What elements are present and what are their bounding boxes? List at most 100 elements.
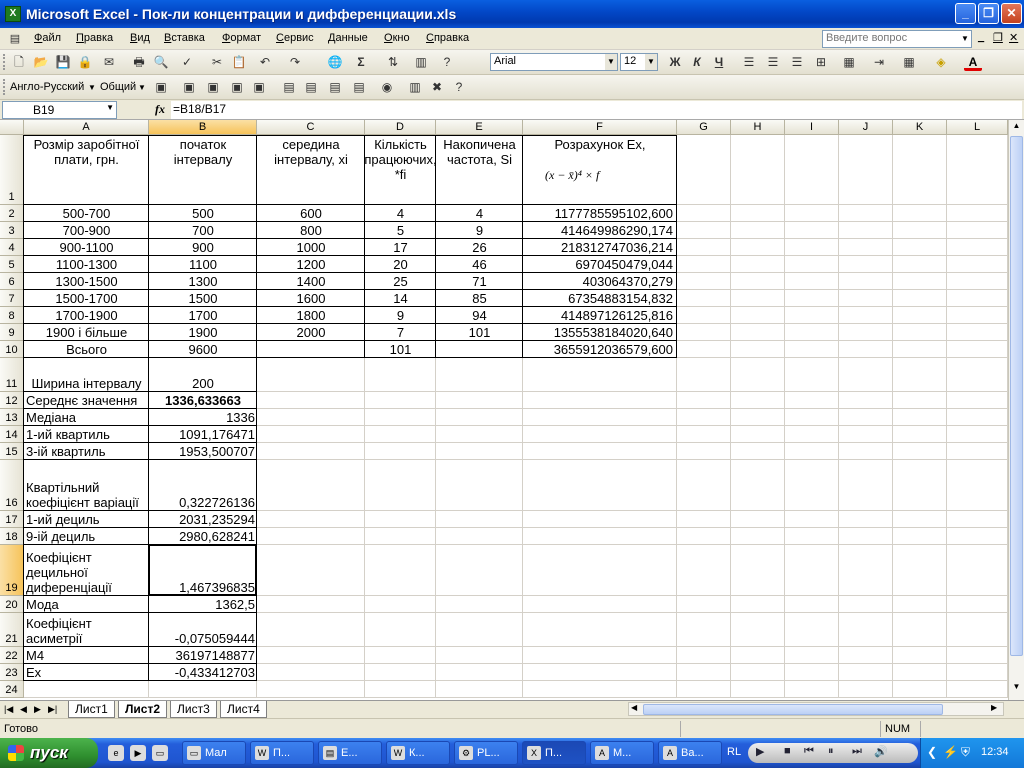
- menu-data[interactable]: Данные: [328, 32, 368, 44]
- paste-icon[interactable]: 📋: [230, 53, 248, 71]
- pause-icon[interactable]: ⏸: [828, 745, 834, 758]
- column-header-k[interactable]: K: [893, 120, 947, 135]
- close-button[interactable]: ✕: [1001, 3, 1022, 24]
- indent-icon[interactable]: ⇥: [870, 53, 888, 71]
- row-header-14[interactable]: 14: [0, 426, 24, 443]
- options-icon[interactable]: ▤: [302, 78, 320, 96]
- row-header-16[interactable]: 16: [0, 460, 24, 511]
- column-header-c[interactable]: C: [257, 120, 365, 135]
- menu-tools[interactable]: Сервис: [276, 32, 314, 44]
- dictionary-icon[interactable]: ▤: [280, 78, 298, 96]
- menu-format[interactable]: Формат: [222, 32, 261, 44]
- align-right-icon[interactable]: ☰: [788, 53, 806, 71]
- font-color-button[interactable]: A: [964, 53, 982, 71]
- bold-button[interactable]: Ж: [666, 53, 684, 71]
- chevron-down-icon[interactable]: ▼: [138, 83, 146, 92]
- column-header-a[interactable]: A: [24, 120, 149, 135]
- sort-icon[interactable]: ⇅: [384, 53, 402, 71]
- chevron-down-icon[interactable]: ▼: [605, 54, 617, 70]
- menu-help[interactable]: Справка: [426, 32, 469, 44]
- chevron-down-icon[interactable]: ▼: [88, 83, 96, 92]
- first-sheet-icon[interactable]: |◀: [4, 704, 13, 715]
- taskbar-item-excel[interactable]: X П...: [522, 741, 586, 765]
- vertical-scroll-thumb[interactable]: [1010, 136, 1023, 656]
- spreadsheet-grid[interactable]: A B C D E F G H I J K L 1 2 3 4 5 6 7 8 9 10 11 12 13 14 15 16 17 18 1…: [0, 120, 1024, 700]
- tab-sheet2[interactable]: Лист2: [118, 701, 168, 718]
- menu-edit[interactable]: Правка: [76, 32, 113, 44]
- row-header-21[interactable]: 21: [0, 613, 24, 647]
- chevron-down-icon[interactable]: ▼: [106, 103, 114, 112]
- menu-insert[interactable]: Вставка: [164, 32, 205, 44]
- excel-icon[interactable]: X: [5, 6, 21, 22]
- menu-file[interactable]: Файл: [34, 32, 61, 44]
- tab-sheet4[interactable]: Лист4: [220, 701, 267, 718]
- style-select[interactable]: Общий: [100, 81, 136, 93]
- column-header-h[interactable]: H: [731, 120, 785, 135]
- font-name-select[interactable]: Arial ▼: [490, 53, 618, 71]
- info-icon[interactable]: ◉: [378, 78, 396, 96]
- taskbar-item[interactable]: W П...: [250, 741, 314, 765]
- stop-icon[interactable]: ■: [784, 745, 791, 757]
- language-indicator[interactable]: RL: [727, 746, 741, 758]
- row-header-3[interactable]: 3: [0, 222, 24, 239]
- row-header-9[interactable]: 9: [0, 324, 24, 341]
- settings-icon[interactable]: ▤: [326, 78, 344, 96]
- row-header-15[interactable]: 15: [0, 443, 24, 460]
- translate-icon[interactable]: ▣: [152, 78, 170, 96]
- font-size-select[interactable]: 12 ▼: [620, 53, 658, 71]
- redo-icon[interactable]: ↷: [286, 53, 304, 71]
- autosum-icon[interactable]: Σ: [352, 53, 370, 71]
- row-header-22[interactable]: 22: [0, 647, 24, 664]
- quicklaunch-desktop-icon[interactable]: ▭: [152, 745, 168, 761]
- column-header-d[interactable]: D: [365, 120, 436, 135]
- align-left-icon[interactable]: ☰: [740, 53, 758, 71]
- volume-icon[interactable]: 🔊: [874, 745, 888, 758]
- chart-icon[interactable]: ▥: [412, 53, 430, 71]
- previous-icon[interactable]: ⏮: [804, 745, 814, 758]
- row-header-4[interactable]: 4: [0, 239, 24, 256]
- row-header-7[interactable]: 7: [0, 290, 24, 307]
- notes-icon[interactable]: ▤: [350, 78, 368, 96]
- start-button[interactable]: пуск: [0, 738, 98, 768]
- align-center-icon[interactable]: ☰: [764, 53, 782, 71]
- quicklaunch-media-icon[interactable]: ▶: [130, 745, 146, 761]
- scroll-right-icon[interactable]: ▶: [991, 703, 997, 712]
- doc-close-button[interactable]: ✕: [1009, 31, 1018, 44]
- network-icon[interactable]: ⚡: [943, 745, 958, 759]
- row-header-2[interactable]: 2: [0, 205, 24, 222]
- taskbar-item[interactable]: A Ва...: [658, 741, 722, 765]
- doc-restore-button[interactable]: ❐: [993, 31, 1003, 44]
- about-icon[interactable]: ?: [450, 78, 468, 96]
- scroll-up-icon[interactable]: ▲: [1010, 121, 1023, 134]
- formula-input[interactable]: =B18/B17: [171, 101, 1022, 119]
- column-header-l[interactable]: L: [947, 120, 1008, 135]
- row-header-6[interactable]: 6: [0, 273, 24, 290]
- row-header-17[interactable]: 17: [0, 511, 24, 528]
- taskbar-item[interactable]: ▤ E...: [318, 741, 382, 765]
- fill-color-icon[interactable]: ◈: [932, 53, 950, 71]
- clear-icon[interactable]: ✖: [428, 78, 446, 96]
- column-header-b[interactable]: B: [149, 120, 257, 135]
- insert-function-icon[interactable]: fx: [155, 102, 165, 117]
- horizontal-scrollbar[interactable]: ◀ ▶: [628, 702, 1004, 716]
- chevron-down-icon[interactable]: ▼: [959, 31, 971, 47]
- row-header-11[interactable]: 11: [0, 358, 24, 392]
- spelling-icon[interactable]: ✓: [178, 53, 196, 71]
- document-icon[interactable]: ▤: [6, 30, 24, 48]
- scroll-down-icon[interactable]: ▼: [1010, 682, 1023, 695]
- translate-cell-icon[interactable]: ▣: [204, 78, 222, 96]
- last-sheet-icon[interactable]: ▶|: [48, 704, 57, 715]
- expand-tray-icon[interactable]: ❮: [927, 745, 937, 759]
- column-header-f[interactable]: F: [523, 120, 677, 135]
- vertical-scrollbar[interactable]: ▲ ▼: [1008, 120, 1024, 700]
- print-preview-icon[interactable]: 🔍: [152, 53, 170, 71]
- select-all-button[interactable]: [0, 120, 24, 135]
- security-icon[interactable]: ⛨: [961, 745, 970, 760]
- tab-sheet3[interactable]: Лист3: [170, 701, 217, 718]
- name-box[interactable]: B19 ▼: [2, 101, 117, 119]
- horizontal-scroll-thumb[interactable]: [643, 704, 943, 715]
- row-header-20[interactable]: 20: [0, 596, 24, 613]
- ask-question-input[interactable]: Введите вопрос ▼: [822, 30, 972, 48]
- open-icon[interactable]: 📂: [32, 53, 50, 71]
- italic-button[interactable]: К: [688, 53, 706, 71]
